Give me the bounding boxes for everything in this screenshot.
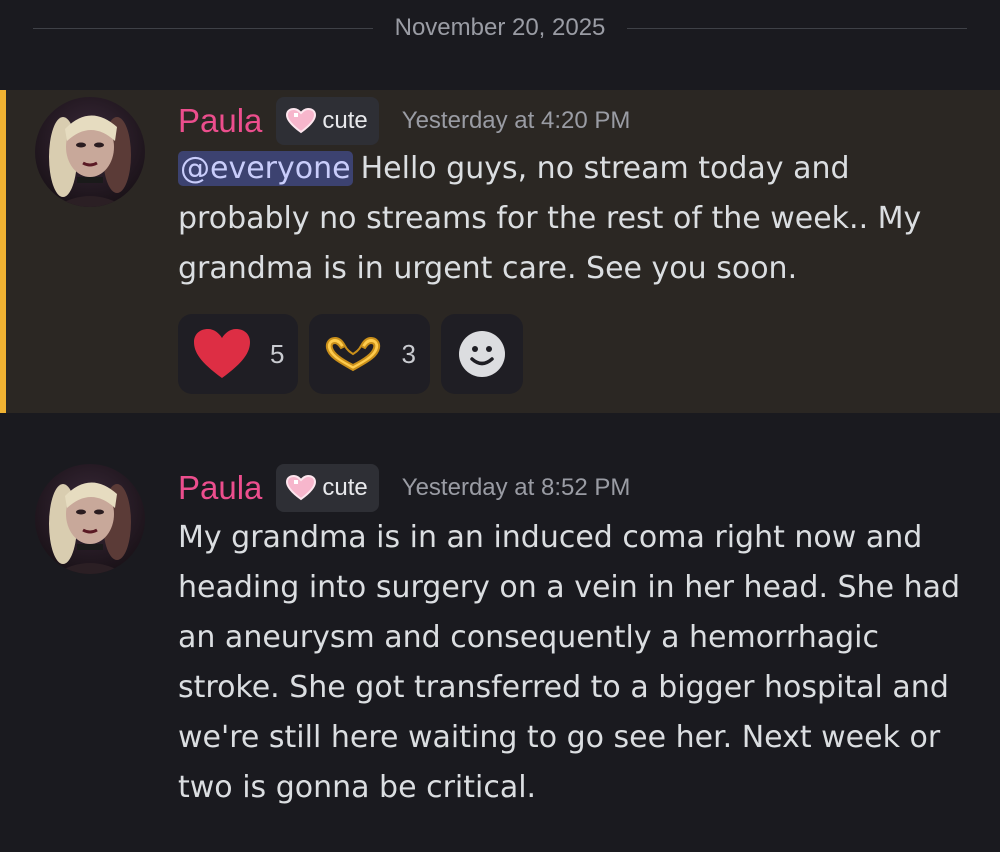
- reaction-count: 3: [401, 338, 416, 369]
- reaction-count: 5: [270, 338, 285, 369]
- guild-tag[interactable]: cute: [276, 464, 379, 512]
- add-reaction-smiley-icon: [458, 331, 505, 377]
- message-header: Paula cute Yesterday at 8:52 PM: [178, 464, 630, 512]
- everyone-mention[interactable]: @everyone: [178, 151, 353, 186]
- avatar[interactable]: [35, 97, 145, 207]
- author-name[interactable]: Paula: [178, 469, 262, 507]
- message-header: Paula cute Yesterday at 4:20 PM: [178, 97, 630, 145]
- red-heart-icon: [194, 329, 250, 378]
- guild-tag-label: cute: [322, 107, 368, 134]
- reactions-bar: 5 3: [178, 314, 534, 394]
- message-text: My grandma is in an induced coma right n…: [178, 520, 961, 805]
- date-divider-label: November 20, 2025: [394, 14, 606, 41]
- message-item[interactable]: Paula cute Yesterday at 4:20 PM @everyon…: [0, 90, 1000, 413]
- message-timestamp[interactable]: Yesterday at 8:52 PM: [402, 474, 631, 502]
- guild-tag-label: cute: [322, 474, 368, 501]
- heart-hands-icon: [326, 336, 381, 372]
- add-reaction-button[interactable]: [440, 314, 523, 394]
- message-timestamp[interactable]: Yesterday at 4:20 PM: [402, 107, 631, 135]
- date-divider: November 20, 2025: [33, 12, 968, 44]
- reaction-heart-hands[interactable]: 3: [309, 314, 430, 394]
- divider-line-left: [33, 27, 373, 29]
- heart-icon: [286, 108, 317, 134]
- guild-tag[interactable]: cute: [276, 97, 379, 145]
- author-name[interactable]: Paula: [178, 102, 262, 140]
- divider-line-right: [627, 27, 968, 29]
- message-content: My grandma is in an induced coma right n…: [178, 513, 978, 813]
- heart-icon: [286, 475, 317, 501]
- message-item[interactable]: Paula cute Yesterday at 8:52 PM My grand…: [0, 458, 1000, 852]
- reaction-red-heart[interactable]: 5: [178, 314, 299, 394]
- message-content: @everyone Hello guys, no stream today and…: [178, 144, 978, 294]
- avatar[interactable]: [35, 464, 145, 574]
